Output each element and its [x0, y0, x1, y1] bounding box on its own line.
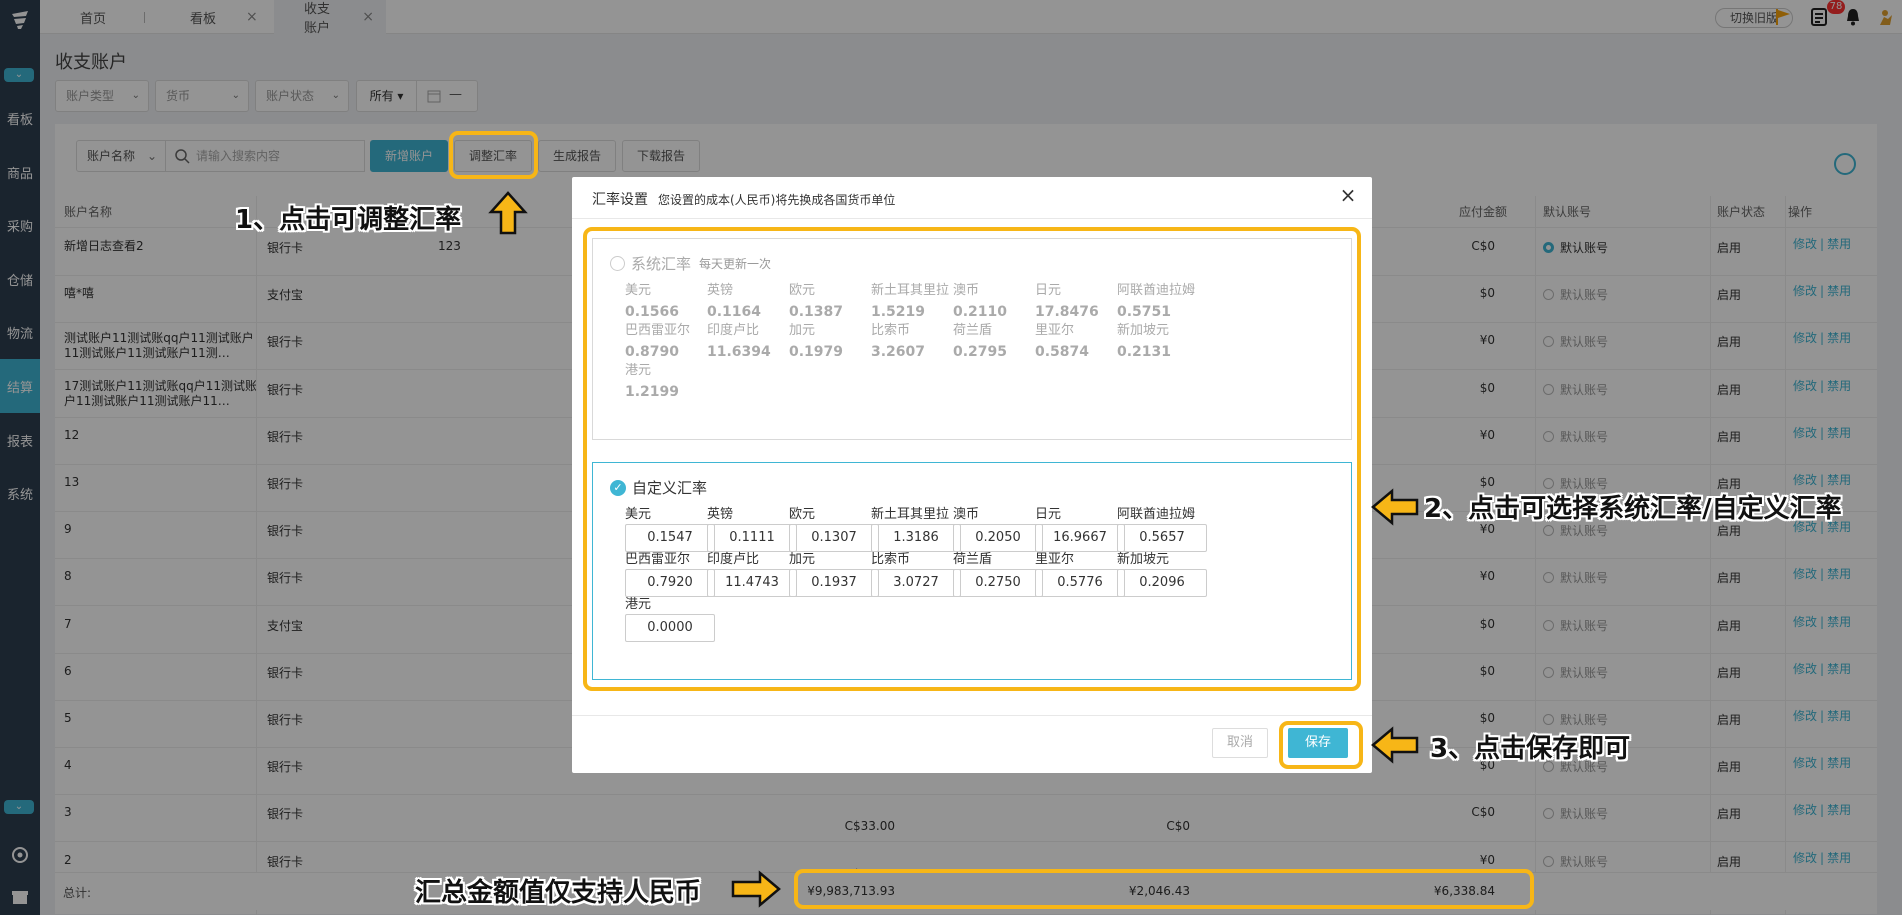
arrow-right-icon	[731, 870, 781, 908]
annotation-step3: 3、点击保存即可	[1430, 734, 1631, 764]
highlight-adjust-rate	[449, 131, 538, 179]
annotation-total: 汇总金额值仅支持人民币	[415, 878, 702, 908]
arrow-left-icon	[1371, 488, 1419, 526]
dialog-subtitle: 您设置的成本(人民币)将先换成各国货币单位	[658, 193, 896, 207]
dialog-title: 汇率设置	[592, 192, 648, 208]
arrow-up-icon	[488, 191, 528, 235]
cancel-button[interactable]: 取消	[1212, 728, 1268, 758]
highlight-save	[1279, 721, 1363, 769]
annotation-step2: 2、点击可选择系统汇率/自定义汇率	[1424, 494, 1842, 524]
divider	[572, 218, 1372, 219]
arrow-left-icon	[1371, 726, 1419, 764]
divider	[572, 715, 1372, 716]
annotation-step1: 1、点击可调整汇率	[235, 205, 462, 235]
highlight-totals	[794, 869, 1534, 909]
highlight-rate-options	[583, 227, 1361, 691]
close-icon[interactable]: ×	[1338, 185, 1358, 205]
